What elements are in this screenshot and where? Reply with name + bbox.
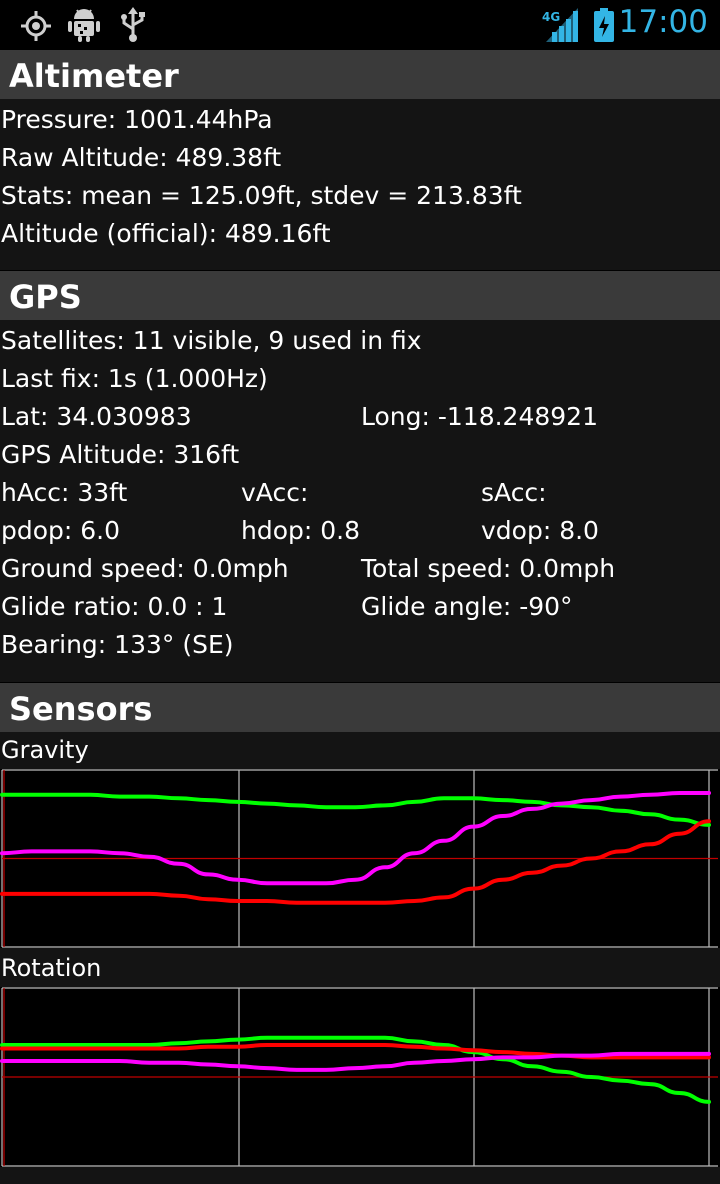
network-type-label: 4G bbox=[542, 10, 560, 24]
usb-icon bbox=[120, 7, 146, 47]
gps-panel: Satellites: 11 visible, 9 used in fix La… bbox=[0, 320, 720, 682]
sensors-title: Sensors bbox=[9, 690, 153, 728]
latitude-value: Lat: 34.030983 bbox=[1, 402, 192, 431]
satellites-value: Satellites: 11 visible, 9 used in fix bbox=[1, 326, 422, 355]
gps-title: GPS bbox=[9, 278, 82, 316]
rotation-label: Rotation bbox=[1, 954, 102, 982]
glide-angle-value: Glide angle: -90° bbox=[361, 592, 573, 621]
signal-4g-icon: 4G bbox=[542, 8, 580, 46]
status-time: 17:00 bbox=[618, 4, 708, 40]
total-speed-value: Total speed: 0.0mph bbox=[361, 554, 616, 583]
sacc-value: sAcc: bbox=[481, 478, 547, 507]
glide-ratio-value: Glide ratio: 0.0 : 1 bbox=[1, 592, 228, 621]
altimeter-header: Altimeter bbox=[0, 50, 720, 99]
rotation-graph bbox=[0, 987, 720, 1167]
last-fix-value: Last fix: 1s (1.000Hz) bbox=[1, 364, 268, 393]
battery-charging-icon bbox=[594, 8, 614, 46]
pressure-value: Pressure: 1001.44hPa bbox=[1, 105, 273, 134]
gravity-graph bbox=[0, 769, 720, 948]
hacc-value: hAcc: 33ft bbox=[1, 478, 128, 507]
status-bar: 4G 17:00 bbox=[0, 0, 720, 50]
gps-header: GPS bbox=[0, 271, 720, 320]
vdop-value: vdop: 8.0 bbox=[481, 516, 599, 545]
official-altitude-value: Altitude (official): 489.16ft bbox=[1, 219, 331, 248]
bearing-value: Bearing: 133° (SE) bbox=[1, 630, 234, 659]
altimeter-panel: Pressure: 1001.44hPa Raw Altitude: 489.3… bbox=[0, 99, 720, 270]
altimeter-title: Altimeter bbox=[9, 57, 179, 95]
raw-altitude-value: Raw Altitude: 489.38ft bbox=[1, 143, 282, 172]
longitude-value: Long: -118.248921 bbox=[361, 402, 598, 431]
ground-speed-value: Ground speed: 0.0mph bbox=[1, 554, 289, 583]
rotation-plot bbox=[0, 987, 720, 1167]
stats-value: Stats: mean = 125.09ft, stdev = 213.83ft bbox=[1, 181, 522, 210]
sensors-header: Sensors bbox=[0, 683, 720, 732]
gps-icon bbox=[20, 10, 52, 46]
gravity-label: Gravity bbox=[1, 736, 89, 764]
pdop-value: pdop: 6.0 bbox=[1, 516, 121, 545]
gravity-plot bbox=[0, 769, 720, 948]
vacc-value: vAcc: bbox=[241, 478, 309, 507]
gps-altitude-value: GPS Altitude: 316ft bbox=[1, 440, 240, 469]
android-debug-icon bbox=[68, 7, 100, 47]
hdop-value: hdop: 0.8 bbox=[241, 516, 361, 545]
